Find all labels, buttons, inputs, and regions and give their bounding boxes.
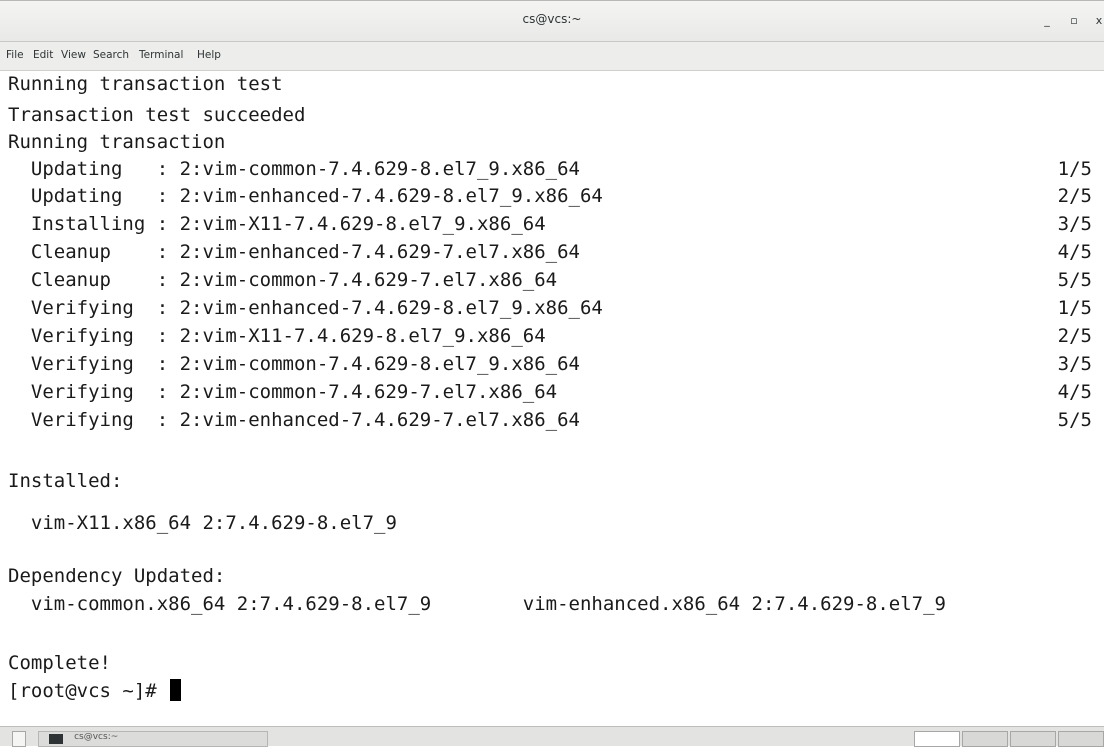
- taskbar: cs@vcs:~: [0, 726, 1104, 747]
- terminal-line: Running transaction: [8, 131, 226, 153]
- shell-prompt[interactable]: [root@vcs ~]#: [8, 679, 182, 703]
- terminal-line: Installing : 2:vim-X11-7.4.629-8.el7_9.x…: [8, 213, 546, 235]
- menu-edit[interactable]: Edit: [33, 49, 53, 61]
- terminal-line: Cleanup : 2:vim-enhanced-7.4.629-7.el7.x…: [8, 241, 580, 263]
- terminal-line: Cleanup : 2:vim-common-7.4.629-7.el7.x86…: [8, 269, 558, 291]
- menu-search[interactable]: Search: [93, 49, 129, 61]
- terminal-line: vim-common.x86_64 2:7.4.629-8.el7_9 vim-…: [8, 593, 946, 615]
- terminal-icon: [49, 734, 63, 744]
- progress-counter: 4/5: [1057, 381, 1092, 403]
- workspace-1[interactable]: [914, 731, 960, 747]
- terminal-line: Complete!: [8, 652, 111, 674]
- prompt-text: [root@vcs ~]#: [8, 680, 169, 702]
- terminal-line: Verifying : 2:vim-common-7.4.629-8.el7_9…: [8, 353, 580, 375]
- terminal-line: Verifying : 2:vim-X11-7.4.629-8.el7_9.x8…: [8, 325, 546, 347]
- menu-file[interactable]: File: [6, 49, 24, 61]
- workspace-2[interactable]: [962, 731, 1008, 747]
- workspace-4[interactable]: [1058, 731, 1104, 747]
- terminal-line: Verifying : 2:vim-enhanced-7.4.629-8.el7…: [8, 297, 603, 319]
- window-title: cs@vcs:~: [522, 12, 582, 26]
- show-desktop-button[interactable]: [12, 731, 26, 747]
- progress-counter: 5/5: [1057, 269, 1092, 291]
- terminal-line: Verifying : 2:vim-common-7.4.629-7.el7.x…: [8, 381, 558, 403]
- terminal-line: Updating : 2:vim-common-7.4.629-8.el7_9.…: [8, 158, 580, 180]
- terminal-line: vim-X11.x86_64 2:7.4.629-8.el7_9: [8, 512, 397, 534]
- terminal-line: Verifying : 2:vim-enhanced-7.4.629-7.el7…: [8, 409, 580, 431]
- close-button[interactable]: x: [1094, 14, 1104, 28]
- progress-counter: 4/5: [1057, 241, 1092, 263]
- menu-view[interactable]: View: [61, 49, 86, 61]
- text-cursor: [170, 679, 182, 701]
- progress-counter: 3/5: [1057, 213, 1092, 235]
- progress-counter: 1/5: [1057, 158, 1092, 180]
- progress-counter: 2/5: [1057, 325, 1092, 347]
- progress-counter: 5/5: [1057, 409, 1092, 431]
- terminal-line: Updating : 2:vim-enhanced-7.4.629-8.el7_…: [8, 185, 603, 207]
- progress-counter: 2/5: [1057, 185, 1092, 207]
- minimize-button[interactable]: _: [1040, 14, 1054, 28]
- workspace-3[interactable]: [1010, 731, 1056, 747]
- menu-help[interactable]: Help: [197, 49, 221, 61]
- terminal-line: Running transaction test: [8, 73, 283, 95]
- terminal-line: Installed:: [8, 470, 123, 492]
- progress-counter: 1/5: [1057, 297, 1092, 319]
- terminal-line: Transaction test succeeded: [8, 104, 306, 126]
- menubar: File Edit View Search Terminal Help: [0, 42, 1104, 71]
- taskbar-window-button[interactable]: cs@vcs:~: [38, 731, 268, 747]
- progress-counter: 3/5: [1057, 353, 1092, 375]
- taskbar-window-label: cs@vcs:~: [74, 732, 119, 742]
- menu-terminal[interactable]: Terminal: [139, 49, 183, 61]
- terminal-output[interactable]: Running transaction test Transaction tes…: [0, 71, 1104, 711]
- terminal-line: Dependency Updated:: [8, 565, 226, 587]
- window-titlebar[interactable]: cs@vcs:~ _ ▫ x: [0, 0, 1104, 42]
- maximize-button[interactable]: ▫: [1067, 14, 1081, 28]
